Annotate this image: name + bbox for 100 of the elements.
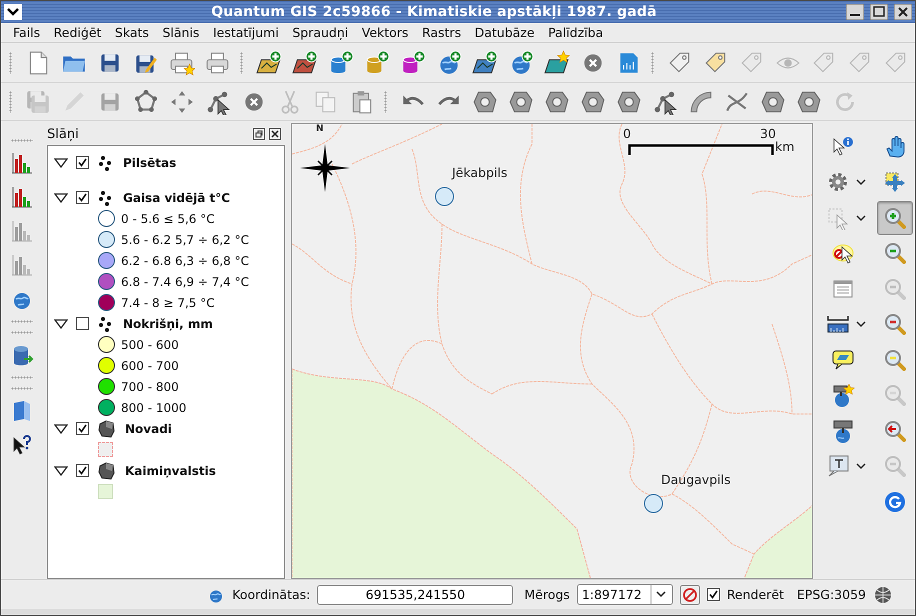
render-checkbox[interactable] [706, 588, 720, 601]
layer-checkbox[interactable] [76, 317, 89, 330]
nodes-icon[interactable] [652, 88, 678, 114]
printer-icon[interactable] [205, 50, 231, 76]
shape-icon[interactable] [760, 88, 786, 114]
legend-label: 600 - 700 [121, 358, 179, 372]
panel-title: Slāņi [47, 126, 80, 142]
globe-star-icon[interactable] [831, 383, 855, 408]
layer-name[interactable]: Novadi [125, 422, 172, 436]
city-label: Daugavpils [661, 472, 731, 487]
refresh-icon[interactable] [883, 490, 907, 514]
menu-item[interactable]: Palīdzība [548, 25, 604, 40]
zoom-in-icon[interactable] [883, 206, 907, 230]
menu-item[interactable]: Skats [114, 25, 149, 40]
city-label: Jēkabpils [452, 165, 508, 180]
render-label: Renderēt [726, 587, 784, 602]
menu-item[interactable]: Slānis [162, 25, 200, 40]
polygon-layer-icon [97, 462, 115, 480]
annotation-icon[interactable] [831, 348, 855, 372]
menu-item[interactable]: Rediģēt [54, 25, 102, 40]
coordinates-field[interactable]: 691535,241550 [317, 584, 514, 604]
legend-label: 6.2 - 6.8 6,3 ÷ 6,8 °C [121, 254, 249, 268]
layer-checkbox[interactable] [76, 156, 89, 169]
home-globe-icon[interactable] [831, 418, 855, 443]
window-menu-icon[interactable] [4, 4, 22, 20]
stop-render-icon[interactable] [680, 584, 700, 604]
database-plus-icon[interactable] [400, 50, 426, 76]
layer-checkbox[interactable] [76, 464, 89, 477]
menu-item[interactable]: Iestatījumi [212, 25, 279, 40]
text-bubble-icon[interactable] [826, 454, 850, 478]
point-layer-icon [97, 190, 113, 206]
layer-name[interactable]: Pilsētas [123, 156, 176, 170]
map-plus-icon[interactable] [472, 50, 498, 76]
map-plus-icon[interactable] [292, 50, 318, 76]
shape-icon[interactable] [544, 88, 570, 114]
legend-label: 700 - 800 [121, 380, 179, 394]
zoom-full-icon[interactable] [883, 170, 907, 194]
database-plus-icon[interactable] [364, 50, 390, 76]
shape-icon[interactable] [796, 88, 822, 114]
move-icon[interactable] [169, 88, 195, 114]
legend-label: 6.8 - 7.4 6,9 ÷ 7,4 °C [121, 274, 249, 288]
menu-item[interactable]: Datubāze [474, 25, 535, 40]
menu-item[interactable]: Fails [13, 25, 40, 40]
scale-start-label: 0 [623, 126, 631, 141]
expand-arrow-icon[interactable] [54, 192, 68, 202]
legend-label: 500 - 600 [121, 338, 179, 352]
window-title: Quantum GIS 2c59866 - Kimatiskie apstākļi 1987. gadā [210, 4, 658, 20]
expand-arrow-icon[interactable] [54, 158, 68, 168]
scale-label: Mērogs [524, 587, 570, 602]
point-layer-icon [97, 154, 113, 170]
float-icon[interactable] [253, 128, 265, 140]
projection-icon[interactable] [873, 584, 893, 604]
maximize-icon[interactable] [870, 4, 888, 20]
legend-label: 0 - 5.6 ≤ 5,6 °C [121, 212, 215, 226]
menu-item[interactable]: Vektors [362, 25, 408, 40]
layer-name[interactable]: Nokrišņi, mm [123, 316, 213, 330]
arc-icon[interactable] [688, 88, 714, 114]
caret-icon[interactable] [856, 321, 866, 328]
scale-dropdown[interactable]: 1:897172 [576, 584, 673, 605]
layer-name[interactable]: Gaisa vidējā t°C [123, 190, 230, 204]
expand-arrow-icon[interactable] [54, 466, 68, 476]
scale-end-label: 30 [760, 126, 776, 141]
shape-icon[interactable] [616, 88, 642, 114]
point-layer-icon [97, 316, 113, 332]
expand-arrow-icon[interactable] [54, 424, 68, 434]
map-star-icon[interactable] [544, 50, 570, 76]
layer-checkbox[interactable] [76, 191, 89, 204]
legend-label: 5.6 - 6.2 5,7 ÷ 6,2 °C [121, 232, 249, 246]
legend-label: 7.4 - 8 ≥ 7,5 °C [121, 296, 215, 310]
legend-label: 800 - 1000 [121, 400, 186, 414]
menu-item[interactable]: Spraudņi [292, 25, 348, 40]
layer-name[interactable]: Kaimiņvalstis [125, 464, 216, 478]
shape-icon[interactable] [580, 88, 606, 114]
north-label: N [316, 124, 324, 134]
coordinates-label: Koordinātas: [232, 587, 310, 602]
nodes-icon[interactable] [205, 88, 231, 114]
zoom-out-icon[interactable] [883, 241, 907, 266]
shape-icon[interactable] [472, 88, 498, 114]
database-plus-icon[interactable] [328, 50, 354, 76]
map-plus-icon[interactable] [256, 50, 282, 76]
caret-icon[interactable] [856, 214, 866, 221]
chart-icon[interactable] [10, 185, 34, 209]
scale-unit-label: km [775, 139, 794, 154]
polygon-layer-icon [97, 420, 115, 438]
chart-icon[interactable] [10, 151, 34, 175]
shape-icon[interactable] [508, 88, 534, 114]
printer-star-icon[interactable] [169, 50, 195, 76]
magnifier-icon[interactable] [883, 348, 907, 372]
polygon-icon[interactable] [133, 88, 159, 114]
close-icon[interactable] [269, 128, 281, 140]
caret-icon[interactable] [856, 463, 866, 470]
layer-checkbox[interactable] [76, 422, 89, 435]
crs-label[interactable]: EPSG:3059 [796, 587, 866, 602]
zoom-back-icon[interactable] [883, 418, 907, 443]
minimize-icon[interactable] [846, 4, 864, 20]
close-icon[interactable] [894, 4, 912, 20]
menu-item[interactable]: Rastrs [422, 25, 462, 40]
magnifier-icon[interactable] [883, 312, 907, 336]
caret-icon[interactable] [856, 179, 866, 186]
expand-arrow-icon[interactable] [54, 318, 68, 328]
